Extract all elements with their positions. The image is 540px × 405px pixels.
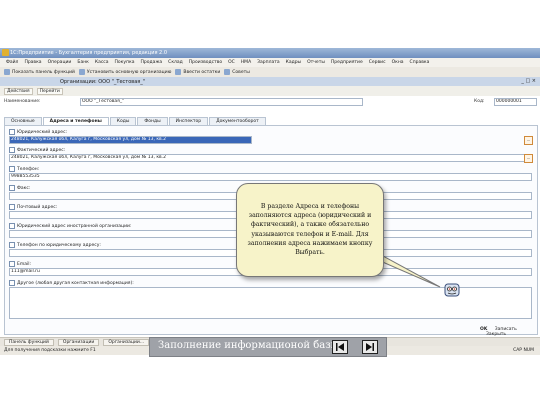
assistant-icon [444,283,460,297]
instruction-callout: В разделе Адреса и телефоны заполняются … [236,183,384,277]
callout-text: В разделе Адреса и телефоны заполняются … [247,203,373,257]
